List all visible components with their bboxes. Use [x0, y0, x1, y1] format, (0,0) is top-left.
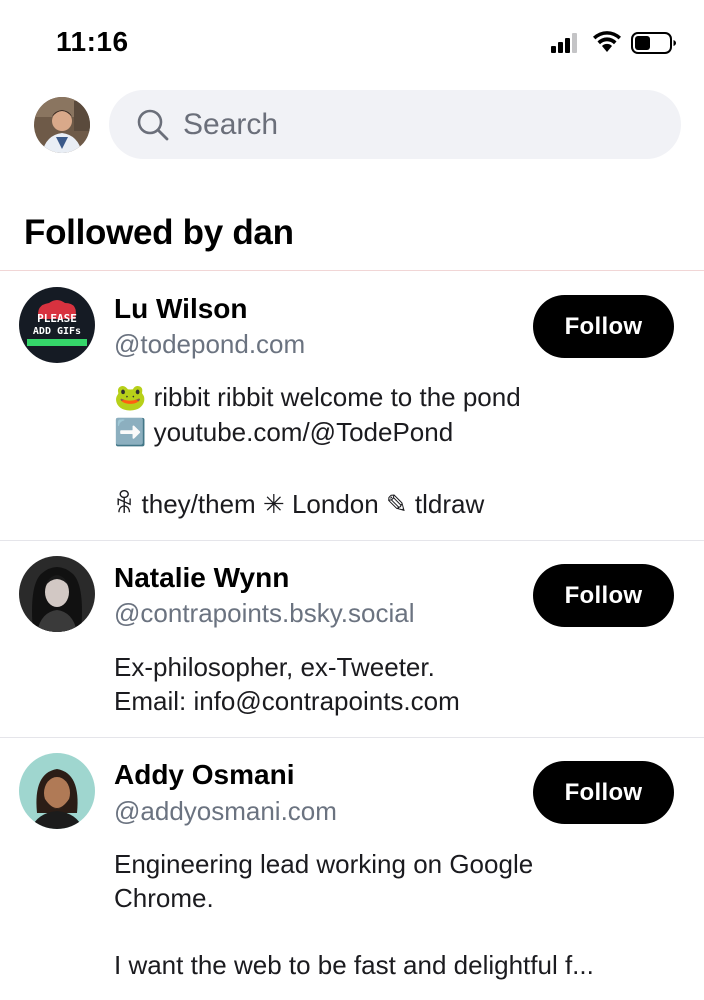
user-avatar[interactable] [19, 556, 95, 632]
search-icon [137, 109, 169, 141]
user-bio-line: Engineering lead working on Google [114, 849, 534, 879]
user-name[interactable]: Natalie Wynn [114, 562, 289, 594]
follow-button[interactable]: Follow [533, 564, 674, 627]
avatar-text-2: ADD GIFs [33, 326, 81, 337]
user-handle: @contrapoints.bsky.social [114, 598, 415, 628]
user-bio-line: Ex-philosopher, ex-Tweeter. [114, 652, 435, 682]
my-profile-avatar[interactable] [34, 97, 90, 153]
user-name[interactable]: Addy Osmani [114, 759, 294, 791]
user-avatar[interactable]: PLEASE ADD GIFs [19, 287, 95, 363]
user-row-addy-osmani[interactable]: Addy Osmani @addyosmani.com Follow Engin… [0, 738, 704, 1000]
user-row-natalie-wynn[interactable]: Natalie Wynn @contrapoints.bsky.social F… [0, 541, 704, 737]
user-avatar[interactable] [19, 753, 95, 829]
user-bio-line: ꆜ they/them ✳ London ✎ tldraw [114, 489, 485, 519]
avatar-text-1: PLEASE [37, 312, 77, 325]
user-handle: @addyosmani.com [114, 796, 337, 826]
user-bio-line: 🐸 ribbit ribbit welcome to the pond [114, 382, 521, 412]
cellular-signal-icon [551, 33, 579, 53]
user-bio-line: I want the web to be fast and delightful… [114, 950, 594, 980]
wifi-icon [593, 31, 621, 52]
search-input[interactable]: Search [109, 90, 681, 159]
battery-icon [631, 32, 676, 54]
user-handle: @todepond.com [114, 329, 306, 359]
user-row-lu-wilson[interactable]: PLEASE ADD GIFs Lu Wilson @todepond.com … [0, 271, 704, 540]
user-bio-line: Chrome. [114, 883, 214, 913]
section-title: Followed by dan [24, 213, 294, 252]
user-name[interactable]: Lu Wilson [114, 293, 248, 325]
follow-button[interactable]: Follow [533, 761, 674, 824]
user-bio-line[interactable]: Email: info@contrapoints.com [114, 686, 460, 717]
status-time: 11:16 [56, 26, 129, 57]
follow-button[interactable]: Follow [533, 295, 674, 358]
search-placeholder: Search [183, 108, 279, 141]
status-bar: 11:16 [0, 0, 704, 80]
user-bio-line[interactable]: ➡️ youtube.com/@TodePond [114, 417, 453, 448]
